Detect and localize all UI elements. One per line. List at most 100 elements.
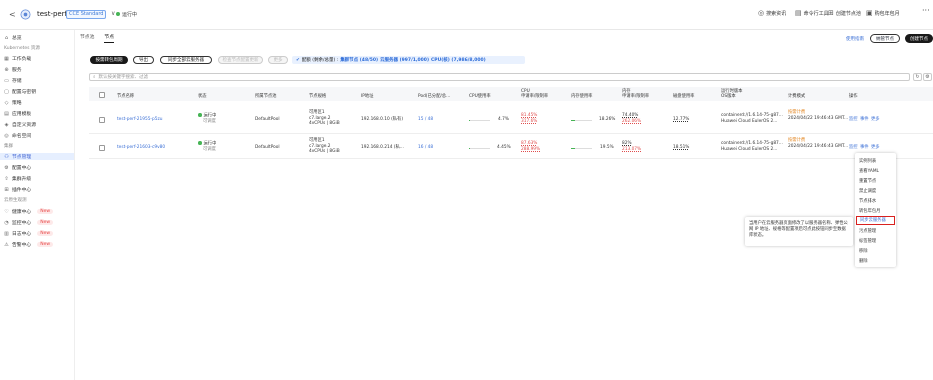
tab-nodepools[interactable]: 节点池 (80, 33, 94, 43)
sidebar-item-alarms[interactable]: ⚠ 告警中心 New (4, 241, 54, 248)
check-icon: ✔ (296, 57, 300, 63)
sidebar-item-settings[interactable]: ⚙ 配置中心 (4, 164, 31, 172)
col-runtime[interactable]: 运行时版本 OS版本 (721, 89, 742, 99)
cluster-name[interactable]: test-perf (37, 10, 67, 18)
row-checkbox[interactable] (99, 145, 105, 151)
node-pods[interactable]: 15 / 48 (418, 117, 433, 123)
col-billing[interactable]: 计费模式 (788, 93, 805, 99)
node-pods[interactable]: 16 / 48 (418, 145, 433, 151)
ops-more[interactable]: 更多 (871, 145, 880, 151)
menu-item-view-yaml[interactable]: 查看YAML (859, 168, 879, 174)
help-icon: ◎ (758, 9, 765, 17)
sidebar-item-templates[interactable]: ▤ 应用模板 (4, 110, 31, 118)
create-nodepool-link[interactable]: ⊞ 创建节点池 (828, 9, 861, 17)
check-config-button[interactable]: 检查节点配置更新 (218, 56, 263, 64)
sidebar-item-health[interactable]: ♡ 健康中心 New (4, 208, 54, 215)
import-node-button[interactable]: 纳管节点 (870, 34, 900, 43)
col-ip[interactable]: IP地址 (361, 93, 373, 99)
subscribe-link[interactable]: ▣ 购包年包月 (866, 9, 900, 17)
sidebar-item-logs[interactable]: ▥ 日志中心 New (4, 230, 54, 237)
sidebar-item-addons[interactable]: ⊞ 插件中心 (4, 186, 31, 194)
new-badge: New (37, 220, 54, 225)
mem-request[interactable]: 82% 213.07% (622, 141, 641, 152)
menu-item-sync-server[interactable]: 同步云服务器 (856, 216, 895, 225)
sidebar-item-config[interactable]: ▢ 配置与密钥 (4, 88, 36, 96)
mem-request[interactable]: 74.40% 262.06% (622, 113, 641, 124)
sidebar-group-k8s: Kubernetes 资源 (4, 46, 40, 51)
guide-link[interactable]: 使用指南 (845, 34, 865, 43)
export-button[interactable]: 导出 (133, 56, 154, 64)
sidebar-item-workloads[interactable]: ▦ 工作负载 (4, 55, 31, 63)
node-status: 运行中 可调度 (198, 141, 216, 153)
sidebar-item-upgrade[interactable]: ⇧ 集群升级 (4, 175, 31, 183)
col-disk[interactable]: 磁盘使用率 (673, 93, 694, 99)
sidebar-item-monitor[interactable]: ◔ 监控中心 New (4, 219, 54, 226)
home-icon: ⌂ (4, 34, 9, 41)
col-pods[interactable]: Pod(已分配/总... (418, 93, 450, 99)
node-icon: ⚇ (4, 153, 9, 160)
back-button[interactable]: < (9, 10, 16, 19)
ops-events[interactable]: 事件 (860, 145, 869, 151)
menu-item-labels[interactable]: 标签管理 (859, 238, 876, 244)
tab-bar: 节点池 节点 (80, 33, 115, 43)
ops-more[interactable]: 更多 (871, 117, 880, 123)
menu-item-instances[interactable]: 实例列表 (859, 158, 876, 164)
node-name-link[interactable]: test-perf-21603-c9v80 (117, 145, 165, 151)
node-pool: DefaultPool (255, 145, 280, 150)
sidebar-item-services[interactable]: ⊕ 服务 (4, 66, 21, 74)
node-runtime: containerd://1.6.14-75-g87... Huawei Clou… (721, 113, 783, 124)
menu-item-to-subscription[interactable]: 转包年包月 (859, 208, 880, 214)
cpu-request[interactable]: 87.63% 288.99% (521, 141, 540, 152)
ops-events[interactable]: 事件 (860, 117, 869, 123)
disk-usage[interactable]: 18.51% (673, 145, 689, 151)
row-checkbox[interactable] (99, 117, 105, 123)
cluster-switch-icon[interactable]: ∨ (111, 10, 115, 17)
menu-item-cordon[interactable]: 禁止调度 (859, 188, 876, 194)
ops-monitor[interactable]: 监控 (849, 117, 858, 123)
sidebar-item-crd[interactable]: ◈ 自定义资源 (4, 121, 36, 129)
template-icon: ▤ (4, 110, 9, 117)
cli-tool-link[interactable]: ▤ 命令行工具 (795, 9, 829, 17)
col-pool[interactable]: 所属节点池 (255, 93, 276, 99)
col-cpu-usage[interactable]: CPU使用率 (469, 93, 491, 99)
col-cpu-request[interactable]: CPU 申请率/限制率 (521, 89, 548, 99)
menu-item-remove[interactable]: 移除 (859, 248, 868, 254)
col-spec[interactable]: 节点规格 (309, 93, 326, 99)
mem-usage-value: 18.26% (599, 117, 616, 122)
cluster-status: 运行中 (122, 12, 138, 18)
row-divider (89, 133, 933, 134)
col-name[interactable]: 节点名称 (117, 93, 134, 99)
more-icon[interactable]: ··· (922, 6, 930, 15)
config-icon: ▢ (4, 88, 9, 95)
sidebar-item-storage[interactable]: ▭ 存储 (4, 77, 21, 85)
tab-nodes[interactable]: 节点 (104, 33, 115, 43)
cpu-request[interactable]: 81.45% 317.6% (521, 113, 537, 124)
sidebar-item-policy[interactable]: ◇ 策略 (4, 99, 22, 107)
sidebar: ⌂ 总览 Kubernetes 资源 ▦ 工作负载 ⊕ 服务 ▭ 存储 ▢ 配置与密钥 ◇… (0, 30, 75, 380)
col-status[interactable]: 状态 (198, 93, 207, 99)
menu-item-delete[interactable]: 删除 (859, 258, 868, 264)
terminal-icon: ▤ (795, 9, 802, 17)
create-node-button[interactable]: 创建节点 (905, 34, 933, 43)
refresh-icon[interactable]: ↻ (913, 73, 922, 81)
sidebar-item-nodes[interactable]: ⚇ 节点管理 (0, 153, 74, 160)
search-info-link[interactable]: ◎ 搜索资讯 (758, 9, 786, 17)
node-name-link[interactable]: test-perf-21955-p5zu (117, 117, 162, 123)
select-all-checkbox[interactable] (99, 92, 105, 98)
more-actions-button[interactable]: 更多 (268, 56, 288, 64)
sync-all-servers-button[interactable]: 同步全部云服务器 (160, 56, 212, 64)
top-bar: < test-perf CCE Standard ∨ 运行中 ◎ 搜索资讯 ▤ 命令… (0, 0, 933, 30)
col-mem-request[interactable]: 内存 申请率/限制率 (622, 89, 649, 99)
menu-item-drain[interactable]: 节点排水 (859, 198, 876, 204)
col-mem-usage[interactable]: 内存使用率 (571, 93, 592, 99)
ops-monitor[interactable]: 监控 (849, 145, 858, 151)
disk-usage[interactable]: 12.77% (673, 117, 689, 123)
menu-item-taints[interactable]: 污点管理 (859, 228, 876, 234)
sidebar-item-namespaces[interactable]: ◎ 命名空间 (4, 132, 31, 140)
search-input[interactable]: ⌕ 默认按关键字搜索、过滤 (89, 73, 910, 81)
node-ip: 192.168.0.214 (私... (361, 145, 404, 150)
menu-item-reset-node[interactable]: 重置节点 (859, 178, 876, 184)
convert-billing-button[interactable]: 按需转包周期 (90, 56, 128, 64)
settings-icon[interactable]: ⚙ (923, 73, 932, 81)
sidebar-item-overview[interactable]: ⌂ 总览 (4, 34, 22, 42)
